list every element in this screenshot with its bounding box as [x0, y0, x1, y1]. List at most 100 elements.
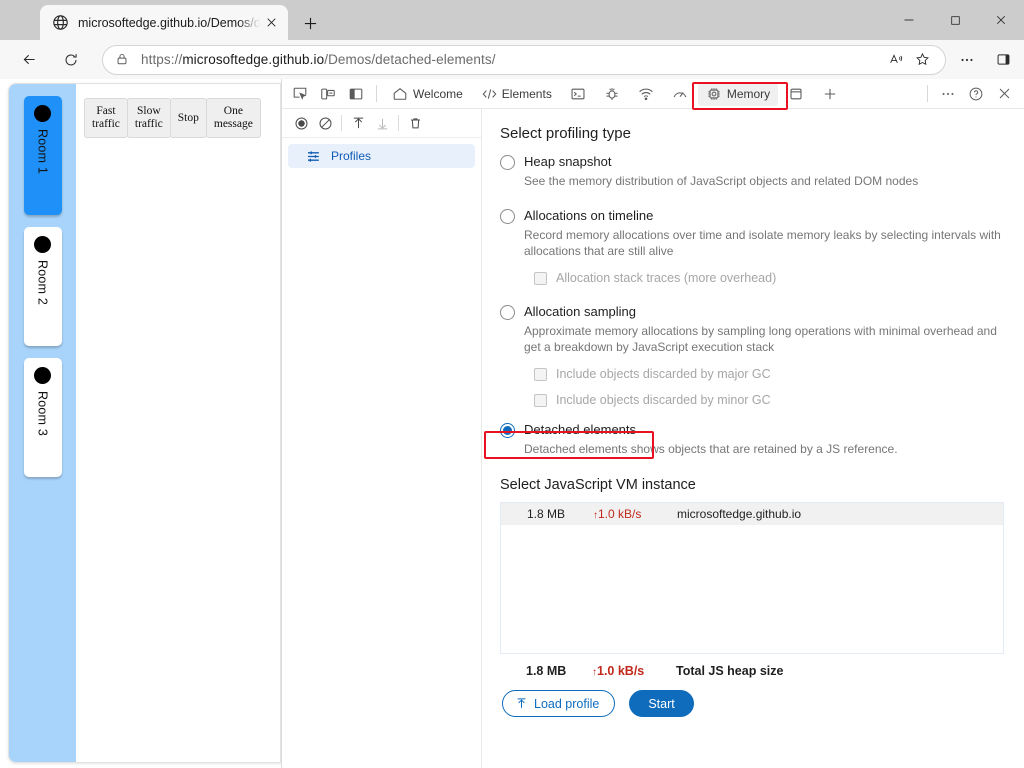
upload-arrow-icon: [515, 697, 528, 710]
url-domain: microsoftedge.github.io: [182, 52, 325, 67]
tab-welcome[interactable]: Welcome: [384, 82, 471, 106]
reload-button[interactable]: [54, 43, 88, 77]
rooms-rail: Room 1 Room 2 Room 3: [9, 84, 76, 762]
inspect-element-icon[interactable]: [287, 82, 313, 106]
option-description: Approximate memory allocations by sampli…: [524, 324, 997, 354]
checkbox-label: Include objects discarded by minor GC: [556, 393, 771, 407]
tab-performance[interactable]: [664, 82, 696, 106]
start-label: Start: [648, 696, 675, 711]
option-allocations-on-timeline[interactable]: Allocations on timeline: [500, 207, 1004, 224]
start-button[interactable]: Start: [629, 690, 694, 717]
url-prefix: https://: [141, 52, 183, 67]
vm-rate-value: 1.0 kB/s: [598, 507, 642, 521]
clear-icon[interactable]: [313, 112, 337, 134]
total-heap-row: 1.8 MB ↑1.0 kB/s Total JS heap size: [526, 664, 1004, 678]
url-path: /Demos/detached-elements/: [324, 52, 496, 67]
room-button-1[interactable]: Room 1: [23, 96, 62, 215]
option-detached-elements[interactable]: Detached elements: [500, 421, 1004, 438]
checkbox-box[interactable]: [534, 393, 547, 407]
globe-icon: [52, 14, 69, 31]
browser-tab[interactable]: microsoftedge.github.io/Demos/d: [40, 5, 288, 40]
checkbox-box[interactable]: [534, 367, 547, 381]
vm-instance-list[interactable]: 1.8 MB ↑1.0 kB/s microsoftedge.github.io: [500, 502, 1004, 654]
more-options-icon[interactable]: [935, 82, 961, 106]
toolbar-divider: [927, 85, 928, 102]
close-devtools-icon[interactable]: [991, 82, 1017, 106]
device-emulation-icon[interactable]: [315, 82, 341, 106]
total-heap-label: Total JS heap size: [676, 664, 784, 678]
browser-window: microsoftedge.github.io/Demos/d https://…: [0, 0, 1024, 768]
room-avatar-icon: [34, 367, 51, 384]
tab-memory[interactable]: Memory: [697, 81, 779, 106]
checkbox-box[interactable]: [534, 271, 547, 285]
vm-heap-rate: ↑1.0 kB/s: [593, 507, 677, 521]
tab-strip: microsoftedge.github.io/Demos/d: [0, 0, 1024, 40]
option-heap-snapshot[interactable]: Heap snapshot: [500, 153, 1004, 170]
plus-icon: [822, 86, 838, 102]
ellipsis-icon[interactable]: [952, 45, 982, 75]
devtools-body: Profiles Select profiling type Heap snap…: [282, 109, 1024, 768]
one-message-button[interactable]: One message: [205, 98, 261, 138]
window-controls: [886, 0, 1024, 40]
option-description: See the memory distribution of JavaScrip…: [524, 174, 919, 188]
total-heap-size: 1.8 MB: [526, 664, 567, 678]
tab-console[interactable]: [562, 82, 594, 106]
radio-allocation-sampling[interactable]: [500, 305, 515, 320]
memory-chip-icon: [706, 86, 722, 102]
home-icon: [392, 86, 408, 102]
load-profile-button[interactable]: Load profile: [502, 690, 616, 717]
sources-bug-icon: [604, 86, 620, 102]
collections-icon[interactable]: [988, 45, 1018, 75]
radio-heap-snapshot[interactable]: [500, 155, 515, 170]
minimize-button[interactable]: [886, 0, 932, 40]
vm-heap-size: 1.8 MB: [527, 507, 566, 521]
room-button-2[interactable]: Room 2: [23, 227, 62, 346]
url-bar[interactable]: https://microsoftedge.github.io/Demos/de…: [102, 44, 946, 75]
back-button[interactable]: [12, 43, 46, 77]
page-viewport: Room 1 Room 2 Room 3 Fast traffic Slow t…: [0, 79, 281, 768]
toolbar-divider: [398, 115, 399, 131]
detached-elements-demo: Room 1 Room 2 Room 3 Fast traffic Slow t…: [8, 83, 281, 763]
fast-traffic-button[interactable]: Fast traffic: [84, 98, 128, 138]
checkbox-include-minor-gc[interactable]: Include objects discarded by minor GC: [534, 393, 1004, 407]
performance-icon: [672, 86, 688, 102]
tab-network[interactable]: [630, 82, 662, 106]
tab-application[interactable]: [780, 82, 812, 106]
load-profile-label: Load profile: [534, 696, 600, 711]
radio-detached-elements[interactable]: [500, 423, 515, 438]
room-avatar-icon: [34, 236, 51, 253]
devtools-toolbar-right: [921, 82, 1024, 106]
option-label: Heap snapshot: [524, 154, 612, 169]
option-allocation-sampling[interactable]: Allocation sampling: [500, 303, 1004, 320]
more-tabs-plus-icon[interactable]: [814, 82, 846, 106]
star-icon[interactable]: [909, 47, 935, 73]
sidebar-item-profiles[interactable]: Profiles: [288, 144, 475, 168]
stop-button[interactable]: Stop: [169, 98, 207, 138]
network-icon: [638, 86, 654, 102]
load-profile-icon[interactable]: [346, 112, 370, 134]
maximize-button[interactable]: [932, 0, 978, 40]
read-aloud-icon[interactable]: [883, 47, 909, 73]
total-rate-value: 1.0 kB/s: [597, 664, 645, 678]
checkbox-allocation-stack-traces[interactable]: Allocation stack traces (more overhead): [534, 271, 1004, 285]
tab-elements[interactable]: Elements: [473, 82, 560, 106]
radio-allocations-on-timeline[interactable]: [500, 209, 515, 224]
room-button-3[interactable]: Room 3: [23, 358, 62, 477]
record-icon[interactable]: [289, 112, 313, 134]
tab-label: Elements: [501, 86, 552, 101]
checkbox-include-major-gc[interactable]: Include objects discarded by major GC: [534, 367, 1004, 381]
vm-instance-row[interactable]: 1.8 MB ↑1.0 kB/s microsoftedge.github.io: [501, 503, 1003, 525]
close-icon[interactable]: [260, 12, 282, 34]
profiling-type-heading: Select profiling type: [500, 125, 631, 142]
tab-sources[interactable]: [596, 82, 628, 106]
console-icon: [570, 86, 586, 102]
help-icon[interactable]: [963, 82, 989, 106]
vm-instance-heading: Select JavaScript VM instance: [500, 477, 696, 493]
slow-traffic-button[interactable]: Slow traffic: [126, 98, 171, 138]
new-tab-button[interactable]: [296, 9, 324, 37]
delete-icon[interactable]: [403, 112, 427, 134]
close-window-button[interactable]: [978, 0, 1024, 40]
dock-side-icon[interactable]: [343, 82, 369, 106]
profiles-toolbar: [282, 109, 481, 138]
option-label: Allocation sampling: [524, 304, 637, 319]
